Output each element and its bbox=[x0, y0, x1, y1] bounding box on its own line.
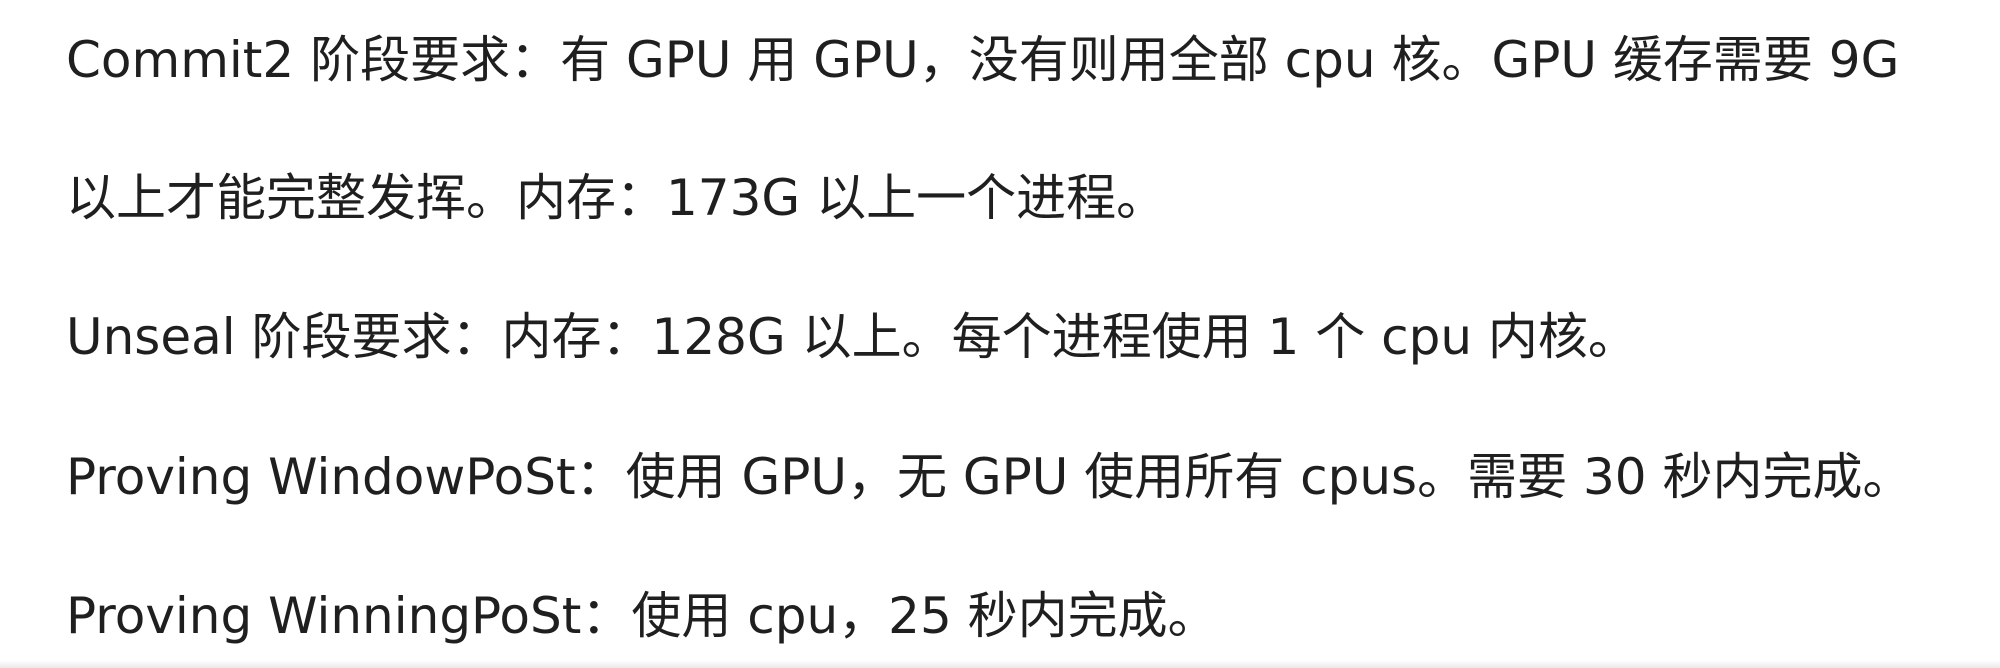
text-line-commit2-continued: 以上才能完整发挥。内存：173G 以上一个进程。 bbox=[66, 169, 1167, 227]
text-line-winningpost: Proving WinningPoSt：使用 cpu，25 秒内完成。 bbox=[66, 587, 1218, 645]
page-bottom-divider bbox=[0, 660, 2000, 668]
text-line-windowpost: Proving WindowPoSt：使用 GPU，无 GPU 使用所有 cpu… bbox=[66, 448, 1913, 506]
text-line-commit2: Commit2 阶段要求：有 GPU 用 GPU，没有则用全部 cpu 核。GP… bbox=[66, 31, 1900, 89]
document-page: Commit2 阶段要求：有 GPU 用 GPU，没有则用全部 cpu 核。GP… bbox=[0, 0, 2000, 668]
text-line-unseal: Unseal 阶段要求：内存：128G 以上。每个进程使用 1 个 cpu 内核… bbox=[66, 308, 1638, 366]
